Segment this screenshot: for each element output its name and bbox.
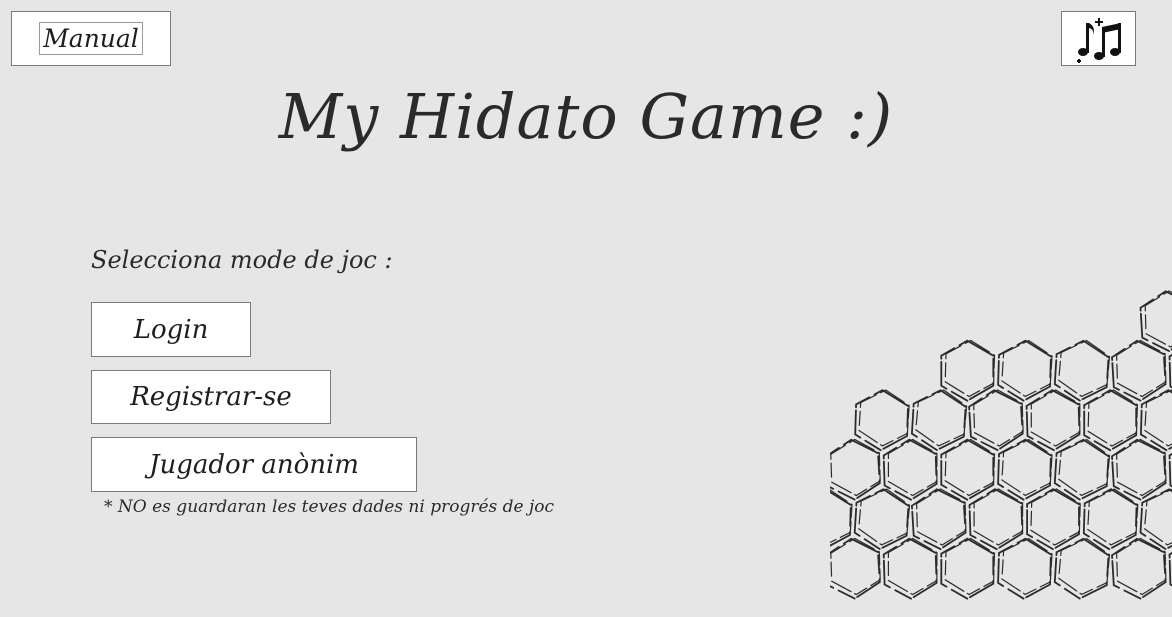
music-toggle-button[interactable] bbox=[1061, 11, 1136, 66]
page-title: My Hidato Game :) bbox=[278, 80, 894, 153]
manual-button[interactable]: Manual bbox=[11, 11, 171, 66]
login-button[interactable]: Login bbox=[91, 302, 251, 357]
manual-button-label: Manual bbox=[39, 21, 143, 56]
register-button[interactable]: Registrar-se bbox=[91, 370, 331, 424]
honeycomb-cell bbox=[1143, 488, 1172, 546]
honeycomb-icon bbox=[830, 290, 1172, 600]
anonymous-player-button[interactable]: Jugador anònim bbox=[91, 437, 417, 492]
honeycomb-cell bbox=[1144, 290, 1172, 348]
mode-prompt: Selecciona mode de joc : bbox=[91, 246, 393, 274]
honeycomb-cell bbox=[1144, 389, 1172, 447]
music-notes-icon bbox=[1076, 17, 1121, 63]
anonymous-note: * NO es guardaran les teves dades ni pro… bbox=[104, 497, 555, 517]
